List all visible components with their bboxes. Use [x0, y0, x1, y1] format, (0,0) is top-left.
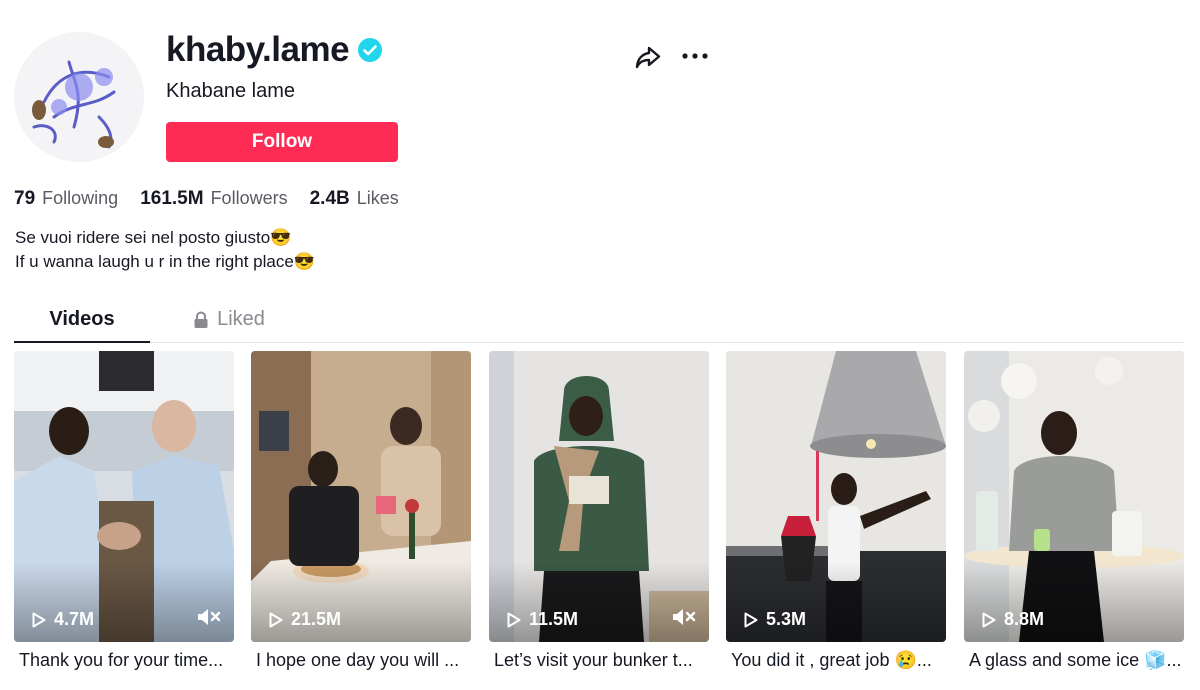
video-thumbnail[interactable]: 21.5M	[251, 351, 471, 642]
profile-stats: 79 Following 161.5M Followers 2.4B Likes	[14, 188, 421, 210]
thumbnail-gradient	[489, 562, 709, 642]
view-count-text: 21.5M	[291, 609, 342, 629]
video-card[interactable]: 4.7M Thank you for your time...	[14, 351, 234, 671]
view-count-text: 8.8M	[1004, 609, 1045, 629]
video-thumbnail[interactable]: 5.3M	[726, 351, 946, 642]
view-count: 8.8M	[982, 609, 1044, 630]
video-caption[interactable]: A glass and some ice 🧊...	[964, 650, 1184, 671]
view-count-text: 4.7M	[54, 609, 95, 629]
avatar[interactable]	[14, 32, 144, 162]
video-caption[interactable]: You did it , great job 😢...	[726, 650, 946, 671]
lock-icon	[194, 310, 208, 328]
follow-button[interactable]: Follow	[166, 122, 398, 162]
stat-label: Likes	[356, 188, 399, 208]
thumbnail-gradient	[251, 562, 471, 642]
thumbnail-gradient	[14, 562, 234, 642]
tab-videos[interactable]: Videos	[14, 298, 150, 343]
play-icon	[269, 612, 283, 627]
stat-label: Followers	[210, 188, 288, 208]
video-caption[interactable]: Let’s visit your bunker t...	[489, 650, 709, 671]
video-card[interactable]: 8.8M A glass and some ice 🧊...	[964, 351, 1184, 671]
stat-likes: 2.4B Likes	[310, 188, 399, 210]
video-thumbnail[interactable]: 4.7M	[14, 351, 234, 642]
view-count: 4.7M	[32, 609, 94, 630]
video-caption[interactable]: Thank you for your time...	[14, 650, 234, 671]
profile-username: khaby.lame	[166, 30, 383, 70]
stat-value: 2.4B	[309, 188, 350, 209]
stat-value: 79	[14, 188, 36, 209]
video-card[interactable]: 21.5M I hope one day you will ...	[251, 351, 471, 671]
tab-label: Videos	[49, 308, 115, 330]
view-count: 21.5M	[269, 609, 341, 630]
profile-tabs: Videos Liked	[14, 298, 1184, 343]
video-card[interactable]: 11.5M Let’s visit your bunker t...	[489, 351, 709, 671]
thumbnail-gradient	[964, 562, 1184, 642]
play-icon	[982, 612, 996, 627]
share-icon[interactable]	[634, 43, 662, 71]
stat-value: 161.5M	[140, 188, 204, 209]
view-count-text: 11.5M	[529, 609, 579, 629]
mute-icon[interactable]	[671, 606, 697, 628]
play-icon	[744, 612, 758, 627]
video-caption[interactable]: I hope one day you will ...	[251, 650, 471, 671]
video-thumbnail[interactable]: 8.8M	[964, 351, 1184, 642]
bio-line: Se vuoi ridere sei nel posto giusto😎	[15, 228, 292, 247]
view-count-text: 5.3M	[766, 609, 807, 629]
profile-nickname: Khabane lame	[166, 80, 295, 102]
stat-label: Following	[42, 188, 119, 208]
tab-label: Liked	[217, 308, 265, 330]
profile-bio: Se vuoi ridere sei nel posto giusto😎 If …	[15, 226, 315, 274]
username-text: khaby.lame	[166, 30, 350, 69]
stat-following[interactable]: 79 Following	[14, 188, 118, 210]
thumbnail-gradient	[726, 562, 946, 642]
video-card[interactable]: 5.3M You did it , great job 😢...	[726, 351, 946, 671]
view-count: 11.5M	[507, 609, 578, 630]
more-icon[interactable]	[681, 44, 709, 68]
video-thumbnail[interactable]: 11.5M	[489, 351, 709, 642]
mute-icon[interactable]	[196, 606, 222, 628]
verified-badge-icon	[358, 38, 383, 62]
play-icon	[507, 612, 521, 627]
play-icon	[32, 612, 46, 627]
bio-line: If u wanna laugh u r in the right place😎	[15, 252, 315, 271]
tab-liked[interactable]: Liked	[154, 298, 304, 341]
view-count: 5.3M	[744, 609, 806, 630]
stat-followers[interactable]: 161.5M Followers	[140, 188, 287, 210]
